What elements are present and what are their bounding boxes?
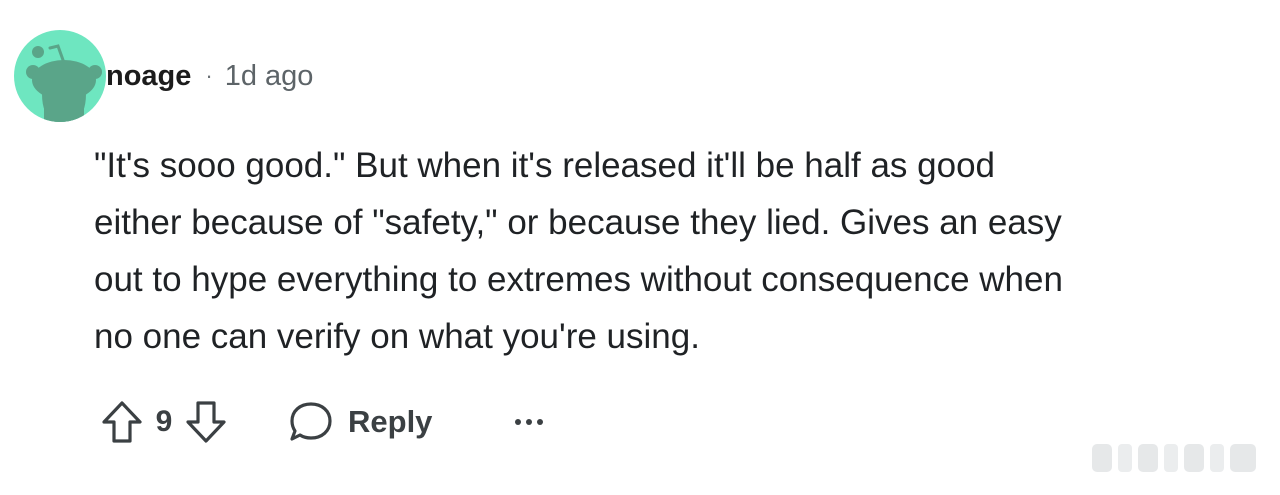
comment: noage · 1d ago "It's sooo good." But whe…	[0, 0, 1280, 495]
ellipsis-icon	[515, 419, 544, 425]
comment-body: "It's sooo good." But when it's released…	[94, 137, 1264, 365]
reply-label: Reply	[348, 404, 433, 439]
vote-score: 9	[155, 405, 173, 438]
watermark-logo	[1092, 440, 1262, 481]
comment-actions: 9 Reply	[100, 392, 544, 452]
comment-body-line: no one can verify on what you're using.	[94, 317, 700, 356]
speech-bubble-icon	[290, 402, 332, 441]
watermark-icon	[1092, 444, 1256, 472]
reply-button[interactable]: Reply	[288, 400, 432, 444]
comment-body-line: out to hype everything to extremes witho…	[94, 260, 1063, 299]
downvote-button[interactable]	[184, 399, 228, 445]
author-username[interactable]: noage	[106, 60, 191, 93]
upvote-arrow-icon	[102, 401, 142, 443]
downvote-arrow-icon	[186, 401, 226, 443]
meta-separator: ·	[205, 63, 213, 88]
comment-body-line: "It's sooo good." But when it's released…	[94, 146, 995, 185]
comment-body-line: either because of "safety," or because t…	[94, 203, 1062, 242]
upvote-button[interactable]	[100, 399, 144, 445]
comment-timestamp[interactable]: 1d ago	[225, 60, 314, 93]
avatar[interactable]	[14, 30, 106, 122]
more-options-button[interactable]	[514, 417, 544, 427]
comment-meta: noage · 1d ago	[106, 56, 313, 96]
snoo-avatar-icon	[14, 30, 106, 122]
